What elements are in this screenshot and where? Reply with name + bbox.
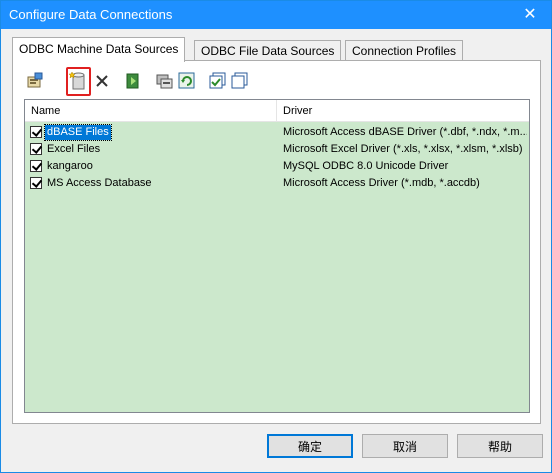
help-button[interactable]: 帮助 [457, 434, 543, 458]
tab-panel: Name Driver dBASE Files Microsoft Access… [12, 60, 541, 424]
window-title: Configure Data Connections [9, 7, 173, 22]
row-name: kangaroo [47, 160, 93, 172]
row-name: dBASE Files [44, 124, 112, 141]
row-driver: Microsoft Excel Driver (*.xls, *.xlsx, *… [283, 143, 523, 155]
check-all-icon [209, 72, 226, 89]
cancel-button[interactable]: 取消 [362, 434, 448, 458]
list-row-excel-files[interactable]: Excel Files Microsoft Excel Driver (*.xl… [25, 141, 529, 158]
tab-odbc-file-data-sources[interactable]: ODBC File Data Sources [194, 40, 342, 61]
title-bar: Configure Data Connections ✕ [1, 1, 551, 29]
properties-button[interactable] [25, 70, 45, 92]
list-row-dbase-files[interactable]: dBASE Files Microsoft Access dBASE Drive… [25, 124, 529, 141]
row-name: Excel Files [47, 143, 101, 155]
list-header: Name Driver [25, 100, 529, 122]
configure-data-connections-dialog: Configure Data Connections ✕ ODBC Machin… [0, 0, 552, 473]
row-name: MS Access Database [47, 177, 152, 189]
properties-icon [27, 72, 43, 88]
test-connection-button[interactable] [123, 70, 143, 92]
row-checkbox[interactable] [30, 160, 42, 172]
new-data-source-icon [69, 71, 85, 90]
configure-icon [156, 74, 173, 89]
list-row-kangaroo[interactable]: kangaroo MySQL ODBC 8.0 Unicode Driver [25, 158, 529, 175]
test-connection-icon [126, 73, 139, 89]
delete-button[interactable] [92, 70, 112, 92]
ok-button[interactable]: 确定 [267, 434, 353, 458]
copy-button[interactable] [230, 70, 250, 92]
column-header-driver[interactable]: Driver [277, 100, 529, 122]
copy-icon [231, 72, 248, 89]
tab-odbc-machine-data-sources[interactable]: ODBC Machine Data Sources [12, 37, 186, 62]
row-checkbox[interactable] [30, 177, 42, 189]
refresh-icon [178, 72, 195, 89]
row-driver: Microsoft Access Driver (*.mdb, *.accdb) [283, 177, 480, 189]
delete-icon [96, 75, 108, 87]
row-checkbox[interactable] [30, 143, 42, 155]
data-sources-list[interactable]: Name Driver dBASE Files Microsoft Access… [24, 99, 530, 413]
row-driver: MySQL ODBC 8.0 Unicode Driver [283, 160, 449, 172]
check-all-button[interactable] [208, 70, 228, 92]
row-checkbox[interactable] [30, 126, 42, 138]
tab-connection-profiles[interactable]: Connection Profiles [345, 40, 464, 61]
row-driver: Microsoft Access dBASE Driver (*.dbf, *.… [283, 126, 527, 138]
column-header-name[interactable]: Name [25, 100, 277, 122]
configure-button[interactable] [155, 70, 175, 92]
list-row-ms-access-database[interactable]: MS Access Database Microsoft Access Driv… [25, 175, 529, 192]
close-button[interactable]: ✕ [515, 3, 545, 27]
refresh-button[interactable] [177, 70, 197, 92]
new-data-source-button[interactable] [68, 70, 88, 92]
